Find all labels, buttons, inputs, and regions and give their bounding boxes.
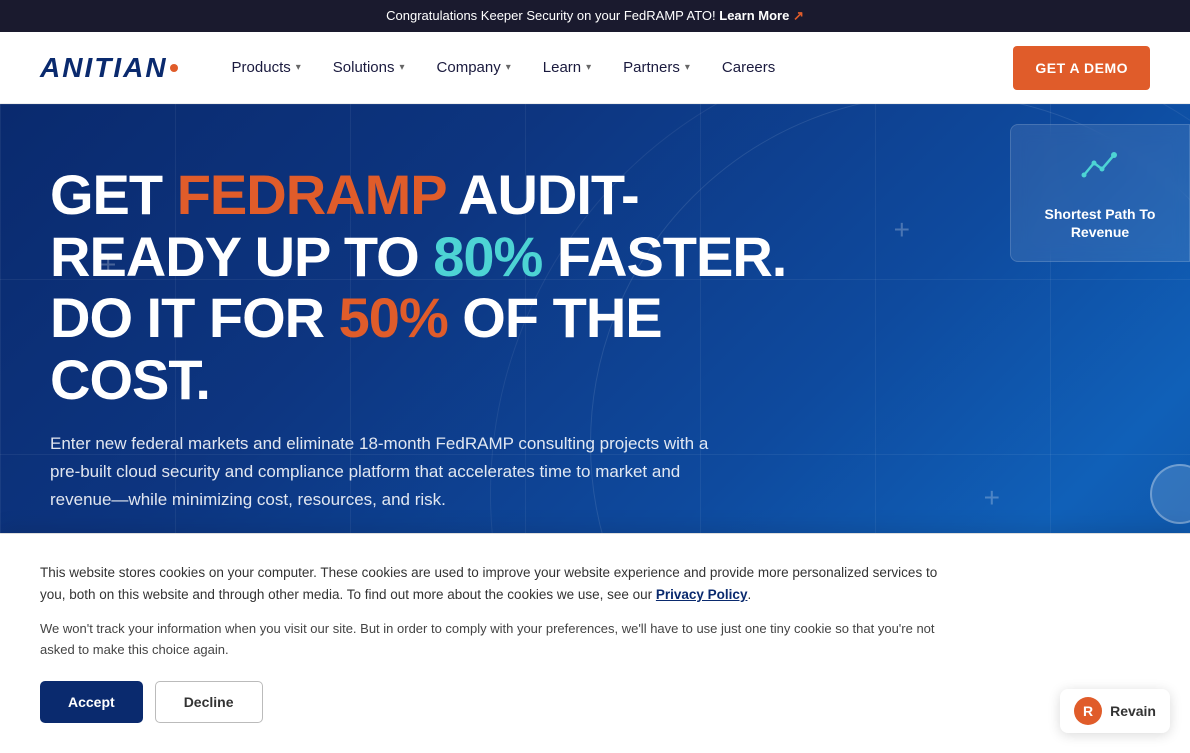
logo-text: ANITIAN [40,52,168,84]
revain-label: Revain [1110,703,1156,719]
nav-links: Products ▾ Solutions ▾ Company ▾ Learn ▾… [218,51,1014,84]
logo[interactable]: ANITIAN [40,52,178,84]
plus-decoration-2: + [894,214,910,246]
announcement-banner: Congratulations Keeper Security on your … [0,0,1190,32]
revain-icon: R [1074,697,1102,725]
hero-headline: GET FEDRAMP AUDIT-READY UP TO 80% FASTER… [50,164,800,410]
cookie-main-text: This website stores cookies on your comp… [40,562,940,605]
headline-fedramp: FEDRAMP [177,163,446,226]
decline-button[interactable]: Decline [155,681,263,723]
headline-percent-50: 50% [339,286,448,349]
banner-text: Congratulations Keeper Security on your … [386,8,716,23]
float-circle-decoration [1150,464,1190,524]
navbar: ANITIAN Products ▾ Solutions ▾ Company ▾… [0,32,1190,104]
banner-link[interactable]: Learn More ↗ [719,8,804,23]
headline-percent-80: 80% [433,225,542,288]
headline-do: DO IT FOR [50,286,339,349]
plus-decoration-3: + [984,482,1000,514]
get-demo-button[interactable]: GET A DEMO [1013,46,1150,90]
chevron-down-icon: ▾ [685,62,690,73]
nav-products[interactable]: Products ▾ [218,51,315,84]
chart-line-icon [1080,145,1120,193]
nav-careers[interactable]: Careers [708,51,789,84]
hero-subtext: Enter new federal markets and eliminate … [50,430,730,514]
chevron-down-icon: ▾ [400,62,405,73]
nav-company[interactable]: Company ▾ [423,51,525,84]
cookie-banner: This website stores cookies on your comp… [0,533,1190,753]
nav-learn[interactable]: Learn ▾ [529,51,605,84]
privacy-policy-link[interactable]: Privacy Policy [656,587,748,602]
chevron-down-icon: ▾ [296,62,301,73]
logo-dot [170,64,178,72]
hero-content: GET FEDRAMP AUDIT-READY UP TO 80% FASTER… [50,164,800,551]
chevron-down-icon: ▾ [506,62,511,73]
chevron-down-icon: ▾ [586,62,591,73]
revain-widget[interactable]: R Revain [1060,689,1170,733]
accept-button[interactable]: Accept [40,681,143,723]
cookie-secondary-text: We won't track your information when you… [40,619,940,661]
card-path-title: Shortest Path To Revenue [1031,205,1169,241]
nav-partners[interactable]: Partners ▾ [609,51,704,84]
banner-arrow: ↗ [793,8,804,23]
card-path-to-revenue: Shortest Path To Revenue [1010,124,1190,262]
nav-solutions[interactable]: Solutions ▾ [319,51,419,84]
headline-faster: FASTER. [542,225,786,288]
headline-get: GET [50,163,177,226]
cookie-buttons: Accept Decline [40,681,1150,723]
